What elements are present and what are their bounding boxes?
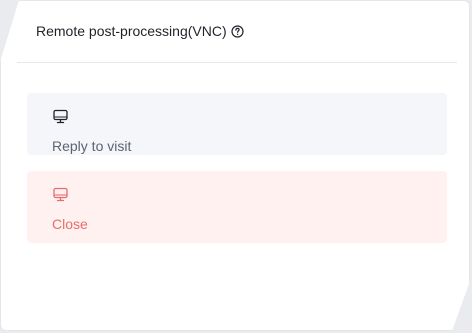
monitor-icon <box>53 109 68 124</box>
close-label: Close <box>52 216 88 232</box>
vnc-panel: Remote post-processing(VNC) Reply to vis… <box>0 0 470 331</box>
monitor-icon <box>53 187 68 202</box>
reply-to-visit-label: Reply to visit <box>52 138 132 154</box>
panel-title: Remote post-processing(VNC) <box>36 23 227 39</box>
close-button[interactable]: Close <box>27 171 447 243</box>
reply-to-visit-button[interactable]: Reply to visit <box>27 93 447 155</box>
header-divider <box>17 62 457 63</box>
question-circle-icon[interactable] <box>231 24 244 38</box>
panel-header: Remote post-processing(VNC) <box>36 22 244 40</box>
